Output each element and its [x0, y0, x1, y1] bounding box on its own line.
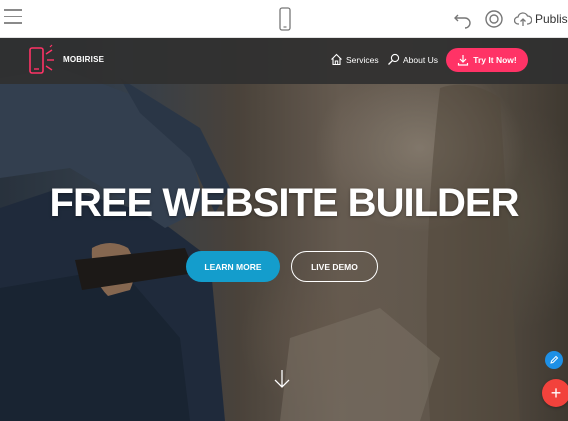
site-preview: MOBIRISE Services About Us Try It Now! F…	[0, 38, 568, 421]
brand-name[interactable]: MOBIRISE	[63, 55, 104, 64]
hero-overlay	[0, 38, 568, 421]
arrow-down-icon[interactable]	[273, 369, 291, 389]
site-navbar: MOBIRISE Services About Us Try It Now!	[0, 38, 568, 84]
download-icon	[458, 55, 469, 66]
learn-more-button[interactable]: LEARN MORE	[186, 251, 280, 282]
search-icon	[388, 53, 400, 65]
mobile-device-icon[interactable]	[278, 7, 292, 31]
hero-title: FREE WEBSITE BUILDER	[49, 181, 520, 225]
nav-about-label: About Us	[403, 54, 438, 65]
try-it-now-label: Try It Now!	[473, 55, 517, 65]
publish-button[interactable]: Publish	[514, 9, 568, 29]
mobirise-logo-icon[interactable]	[28, 44, 60, 78]
publish-label: Publish	[535, 12, 568, 26]
nav-link-about[interactable]: About Us	[387, 53, 438, 66]
nav-link-services[interactable]: Services	[330, 53, 379, 66]
undo-icon[interactable]	[452, 9, 474, 29]
cloud-upload-icon	[514, 12, 532, 26]
try-it-now-button[interactable]: Try It Now!	[446, 48, 528, 72]
home-icon	[331, 53, 342, 66]
editor-toolbar: Publish	[0, 0, 568, 38]
preview-eye-icon[interactable]	[483, 9, 505, 29]
live-demo-button[interactable]: LIVE DEMO	[291, 251, 378, 282]
hamburger-icon[interactable]	[4, 9, 22, 27]
pencil-icon	[550, 355, 559, 364]
nav-services-label: Services	[346, 54, 379, 65]
plus-icon: +	[550, 383, 562, 403]
add-block-button[interactable]: +	[542, 379, 568, 407]
edit-block-button[interactable]	[545, 351, 563, 369]
